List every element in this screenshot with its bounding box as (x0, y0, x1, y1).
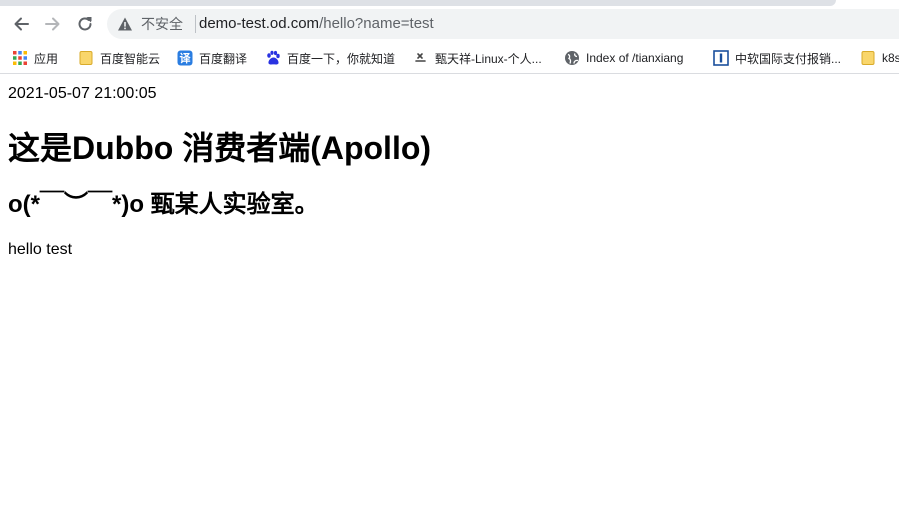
page-heading: 这是Dubbo 消费者端(Apollo) (8, 130, 432, 166)
hello-message: hello test (8, 241, 73, 258)
translate-icon: 译 (177, 50, 193, 66)
globe-icon (565, 51, 579, 65)
bookmark-label: 中软国际支付报销... (735, 51, 842, 66)
security-status-label[interactable]: 不安全 (141, 16, 183, 32)
folder-icon (861, 51, 875, 65)
timestamp-text: 2021-05-07 21:00:05 (8, 85, 157, 102)
bookmark-label: 甄天祥-Linux-个人... (435, 51, 542, 66)
bookmark-index-tianxiang[interactable]: Index of /tianxiang (564, 47, 683, 69)
bookmark-label: 应用 (34, 51, 59, 66)
bookmark-baidu-cloud[interactable]: 百度智能云 (78, 47, 160, 69)
apps-grid-icon (13, 51, 27, 65)
address-bar[interactable]: 不安全 demo-test.od.com/hello?name=test (107, 9, 899, 39)
bookmark-label: 百度翻译 (199, 51, 248, 66)
bookmark-k8s[interactable]: k8s (860, 47, 899, 69)
warning-icon[interactable] (117, 16, 133, 32)
info-icon (713, 50, 729, 66)
omnibox-divider (195, 15, 196, 33)
bookmark-chinasoft-expense[interactable]: 中软国际支付报销... (713, 47, 841, 69)
page-subheading: o(*￣︶￣*)o 甄某人实验室。 (8, 191, 319, 218)
url-host: demo-test.od.com (199, 15, 320, 32)
arrow-right-icon (45, 17, 60, 31)
reload-button[interactable] (71, 10, 99, 38)
url-text[interactable]: demo-test.od.com/hello?name=test (199, 16, 434, 32)
bookmarks-bar: 应用 百度智能云 译 百度翻译 百度一下，你就知道 甄天祥-Linux-个人..… (0, 42, 899, 74)
url-path: /hello?name=test (319, 15, 434, 32)
bookmark-baidu-translate[interactable]: 译 百度翻译 (177, 47, 247, 69)
arrow-left-icon (14, 17, 29, 31)
tab-strip-edge (0, 0, 836, 6)
forward-button[interactable] (39, 10, 67, 38)
bookmark-label: 百度智能云 (100, 51, 161, 66)
folder-icon (79, 51, 93, 65)
bookmark-blog[interactable]: 甄天祥-Linux-个人... (413, 47, 542, 69)
bookmark-baidu-search[interactable]: 百度一下，你就知道 (265, 47, 395, 69)
browser-toolbar: 不安全 demo-test.od.com/hello?name=test (0, 0, 899, 42)
blog-icon (415, 53, 426, 62)
svg-text:译: 译 (180, 52, 192, 65)
baidu-paw-icon (267, 50, 280, 65)
bookmark-label: 百度一下，你就知道 (287, 51, 396, 66)
bookmark-apps[interactable]: 应用 (12, 47, 58, 69)
bookmark-label: k8s (882, 51, 899, 65)
bookmark-label: Index of /tianxiang (586, 51, 684, 65)
back-button[interactable] (7, 10, 35, 38)
reload-icon (78, 17, 92, 31)
